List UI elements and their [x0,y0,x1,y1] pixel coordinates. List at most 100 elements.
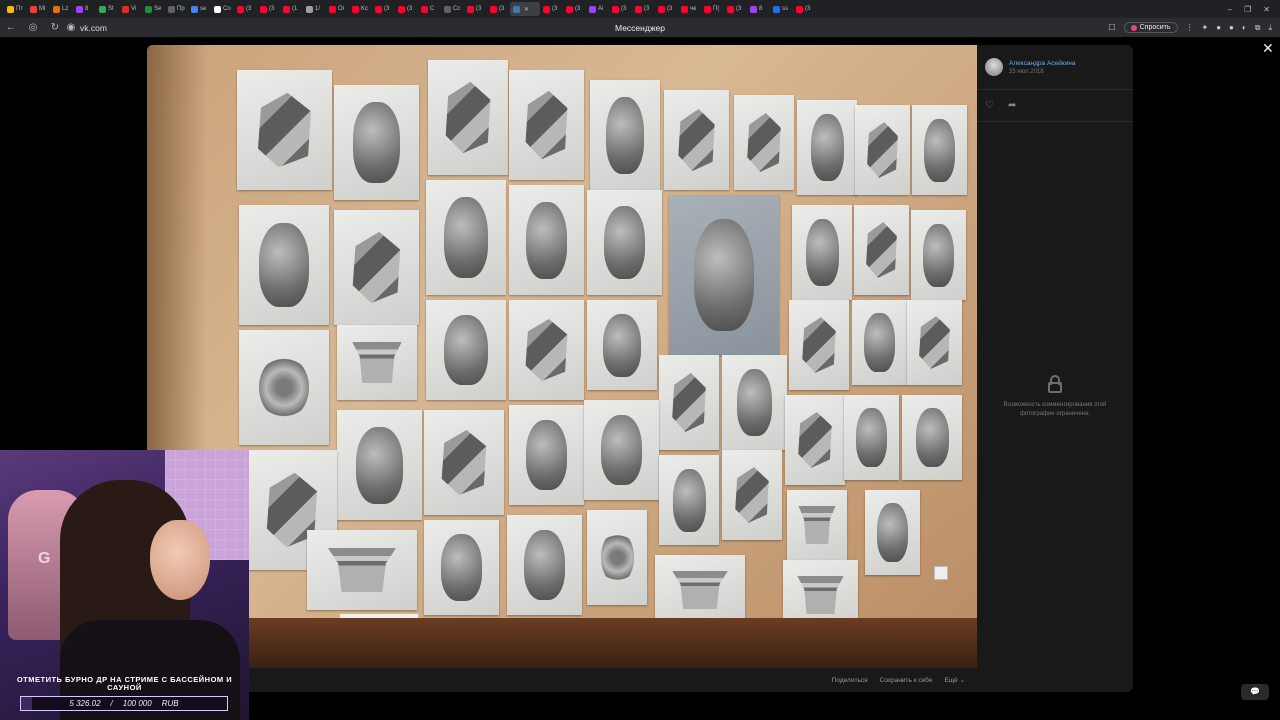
share-link[interactable]: Поделиться [832,677,868,684]
shield-icon[interactable]: ◎ [22,22,44,33]
browser-tab[interactable]: Пт [4,2,27,16]
browser-tab[interactable]: C [418,2,441,16]
drawing-sheet [426,180,506,295]
browser-tab[interactable]: Kc [349,2,372,16]
drawing-sheet [509,405,584,505]
site-info-icon[interactable]: ◉ [66,22,76,33]
browser-tab[interactable]: (3 [234,2,257,16]
minimize-icon[interactable]: – [1228,5,1232,14]
browser-tab[interactable]: (3 [464,2,487,16]
tab-favicon-icon [329,5,336,13]
browser-tab[interactable]: (3 [655,2,678,16]
restore-icon[interactable]: ❐ [1244,5,1251,14]
tab-favicon-icon [543,5,550,13]
ask-button[interactable]: Спросить [1123,22,1178,33]
browser-tab[interactable]: (1 [280,2,303,16]
tab-favicon-icon [635,5,642,13]
extensions-icon[interactable]: ⧉ [1255,23,1261,33]
tab-label: (3 [499,6,505,12]
browser-tab[interactable]: ss [770,2,793,16]
bust-study [523,530,566,600]
tab-favicon-icon [589,5,596,13]
tab-label: Пт [16,6,24,12]
browser-tab[interactable]: 1/ [303,2,326,16]
avatar[interactable] [985,58,1003,76]
extension-icon[interactable]: ◐ [1242,23,1247,32]
close-viewer-icon[interactable]: ✕ [1262,40,1274,57]
drawing-sheet [337,325,417,400]
bust-study [605,96,645,174]
heart-icon[interactable]: ♡ [985,100,994,111]
browser-tab[interactable]: (3 [563,2,586,16]
donation-progress-fill [21,697,32,710]
browser-tab[interactable]: (3 [487,2,510,16]
geometric-study [257,92,311,168]
browser-tab[interactable]: (3 [372,2,395,16]
author-name[interactable]: Александра Асейкина [1009,60,1075,67]
browser-tab[interactable]: Co [211,2,234,16]
browser-tab[interactable]: ✕ [510,2,540,16]
save-to-profile-link[interactable]: Сохранить к себе [880,677,933,684]
browser-tab[interactable]: че [678,2,701,16]
browser-tab[interactable]: Мі [27,2,50,16]
ask-label: Спросить [1139,24,1171,31]
url-field[interactable]: vk.com [80,23,107,33]
browser-tab[interactable]: (3 [632,2,655,16]
browser-tab[interactable]: Se [142,2,165,16]
drawing-sheet [852,300,907,385]
back-icon[interactable]: ← [0,22,22,33]
bust-study [602,313,642,377]
browser-tab[interactable]: 8 [73,2,96,16]
extension-icon[interactable]: ● [1216,23,1221,32]
bust-study [693,219,755,331]
bust-study [856,407,887,468]
share-icon[interactable]: ➦ [1008,100,1016,111]
drawing-sheet [587,300,657,390]
browser-tab[interactable]: (3 [609,2,632,16]
address-bar: ← ◎ ↻ ◉ vk.com Мессенджер ☐ Спросить ⋮ ✦… [0,18,1280,37]
browser-tab[interactable]: Cc [441,2,464,16]
chat-bubble-icon[interactable]: 💬 [1241,684,1269,700]
close-window-icon[interactable]: ✕ [1263,5,1270,14]
browser-tab[interactable]: П( [701,2,724,16]
drawing-sheet [590,80,660,190]
tab-label: Ai [598,6,604,12]
reload-icon[interactable]: ↻ [44,22,66,33]
bust-study [353,102,400,183]
bookmark-icon[interactable]: ☐ [1108,23,1115,32]
extension-icon[interactable]: ● [1229,23,1234,32]
browser-tab[interactable]: 8 [747,2,770,16]
window-controls: – ❐ ✕ [1228,5,1280,14]
photo[interactable] [147,45,977,668]
browser-tab[interactable]: Пр [165,2,188,16]
drawing-sheet [587,510,647,605]
download-icon[interactable]: ⤓ [1268,23,1272,33]
photo-actions-bar: Поделиться Сохранить к себе Ещё ⌄ [147,668,977,692]
tab-favicon-icon [750,5,757,13]
bust-study [444,197,488,278]
browser-tab[interactable]: Lz [50,2,73,16]
geometric-study [747,113,781,172]
close-tab-icon[interactable]: ✕ [524,6,529,13]
browser-tab[interactable]: (3 [395,2,418,16]
more-menu[interactable]: Ещё ⌄ [944,676,965,684]
drawing-sheet [239,330,329,445]
tab-favicon-icon [306,5,313,13]
browser-tab[interactable]: Ai [586,2,609,16]
tab-label: (1 [292,6,298,12]
author-row: Александра Асейкина 25 июл 2018 [977,45,1133,90]
browser-tab[interactable]: Oi [326,2,349,16]
donation-goal-title: ОТМЕТИТЬ БУРНО ДР НА СТРИМЕ С БАССЕЙНОМ … [16,675,233,692]
menu-dots-icon[interactable]: ⋮ [1186,23,1194,32]
browser-tab[interactable]: (3 [257,2,280,16]
extension-icon[interactable]: ✦ [1202,23,1209,32]
browser-tab[interactable]: Vi [119,2,142,16]
tab-favicon-icon [237,5,244,13]
browser-tab[interactable]: se [188,2,211,16]
browser-tab[interactable]: (3 [724,2,747,16]
browser-tab[interactable]: (3 [793,2,816,16]
streamer-face [150,520,210,600]
tab-favicon-icon [214,5,221,13]
browser-tab[interactable]: St [96,2,119,16]
browser-tab[interactable]: (3 [540,2,563,16]
